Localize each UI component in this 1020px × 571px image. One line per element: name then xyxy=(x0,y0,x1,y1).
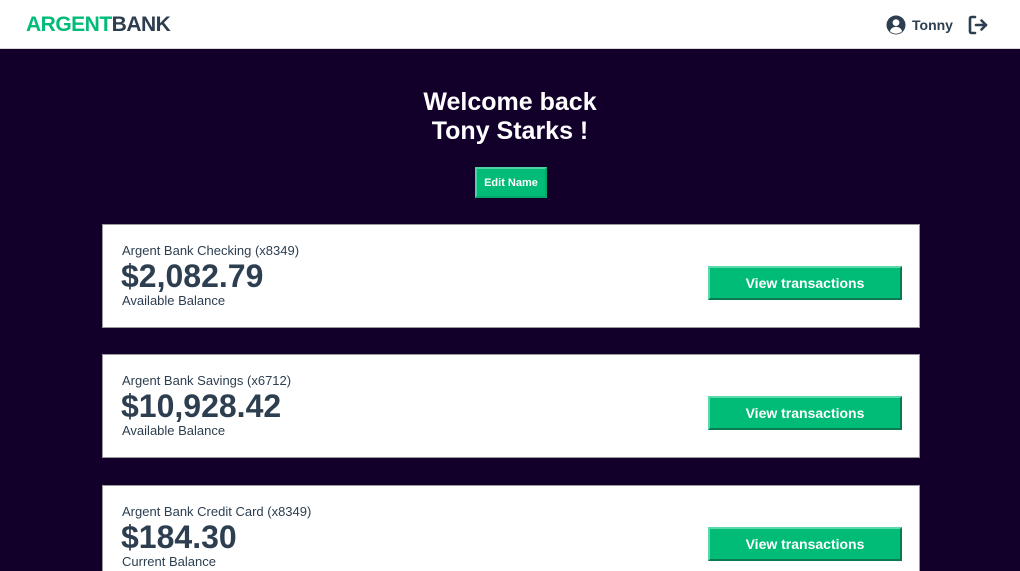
view-transactions-button[interactable]: View transactions xyxy=(708,527,902,561)
welcome-line-1: Welcome back xyxy=(423,88,597,116)
argent-bank-logo[interactable]: ARGENTBANK xyxy=(26,13,171,37)
account-amount: $10,928.42 xyxy=(121,388,282,424)
logo-part-argent: ARGENT xyxy=(26,13,112,36)
account-amount-description: Available Balance xyxy=(122,423,226,438)
account-amount-description: Current Balance xyxy=(122,554,216,569)
account-amount-description: Available Balance xyxy=(122,293,226,308)
welcome-heading: Welcome back Tony Starks ! xyxy=(0,88,1020,146)
welcome-line-2: Tony Starks ! xyxy=(431,117,589,145)
user-circle-icon xyxy=(886,15,906,35)
account-card-checking: Argent Bank Checking (x8349) $2,082.79 A… xyxy=(102,224,920,328)
account-card-savings: Argent Bank Savings (x6712) $10,928.42 A… xyxy=(102,354,920,458)
edit-name-button[interactable]: Edit Name xyxy=(475,167,547,198)
account-amount: $2,082.79 xyxy=(121,258,264,294)
view-transactions-button[interactable]: View transactions xyxy=(708,396,902,430)
logo-part-bank: BANK xyxy=(111,13,171,36)
sign-out-icon xyxy=(967,15,989,40)
user-name: Tonny xyxy=(912,17,953,33)
user-profile-link[interactable]: Tonny xyxy=(886,14,953,36)
account-amount: $184.30 xyxy=(121,519,237,555)
view-transactions-button[interactable]: View transactions xyxy=(708,266,902,300)
sign-out-button[interactable] xyxy=(967,14,989,36)
account-card-credit: Argent Bank Credit Card (x8349) $184.30 … xyxy=(102,485,920,571)
main-content: Welcome back Tony Starks ! Edit Name Arg… xyxy=(0,49,1020,571)
main-nav: ARGENTBANK Tonny xyxy=(0,0,1020,49)
